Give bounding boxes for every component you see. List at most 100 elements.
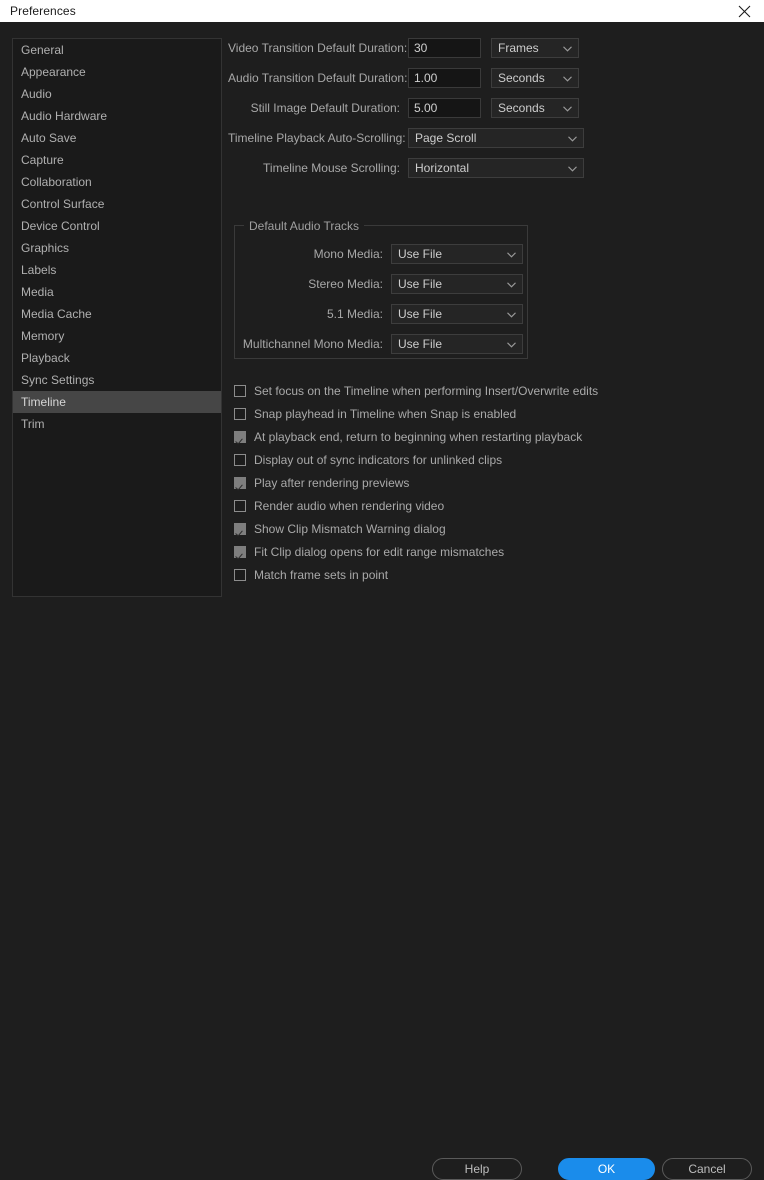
- category-list[interactable]: General Appearance Audio Audio Hardware Auto…: [12, 38, 222, 597]
- select-value: Use File: [398, 337, 443, 351]
- timeline-settings-panel: Video Transition Default Duration: Frames…: [228, 38, 752, 188]
- select-value: Use File: [398, 277, 443, 291]
- duration-row: Video Transition Default Duration: Frames: [228, 38, 752, 58]
- checkbox-checked-icon[interactable]: [234, 430, 246, 443]
- sidebar-item-general[interactable]: General: [13, 39, 221, 61]
- checkbox-row[interactable]: Snap playhead in Timeline when Snap is e…: [234, 402, 734, 425]
- checkbox-row[interactable]: At playback end, return to beginning whe…: [234, 425, 734, 448]
- sidebar-item-labels[interactable]: Labels: [13, 259, 221, 281]
- field-label: Timeline Mouse Scrolling:: [263, 161, 400, 175]
- sidebar-item-graphics[interactable]: Graphics: [13, 237, 221, 259]
- select-value: Use File: [398, 247, 443, 261]
- ok-button[interactable]: OK: [558, 1158, 655, 1180]
- preferences-dialog-body: General Appearance Audio Audio Hardware Auto…: [0, 22, 764, 1180]
- scroll-row: Timeline Mouse Scrolling: Horizontal: [228, 158, 752, 178]
- chevron-down-icon: [568, 161, 577, 175]
- close-icon[interactable]: [724, 0, 764, 22]
- window-title: Preferences: [10, 4, 76, 18]
- sidebar-item-trim[interactable]: Trim: [13, 413, 221, 435]
- field-label: Still Image Default Duration:: [250, 101, 400, 115]
- audio-track-select[interactable]: Use File: [391, 334, 523, 354]
- checkbox-checked-icon[interactable]: [234, 476, 246, 489]
- checkbox-checked-icon[interactable]: [234, 545, 246, 558]
- checkbox-unchecked-icon[interactable]: [234, 407, 246, 420]
- checkbox-row[interactable]: Fit Clip dialog opens for edit range mis…: [234, 540, 734, 563]
- checkbox-row[interactable]: Play after rendering previews: [234, 471, 734, 494]
- field-label: Timeline Playback Auto-Scrolling:: [228, 131, 406, 145]
- duration-input[interactable]: [408, 98, 481, 118]
- sidebar-item-audio[interactable]: Audio: [13, 83, 221, 105]
- checkbox-unchecked-icon[interactable]: [234, 453, 246, 466]
- select-value: Horizontal: [415, 161, 470, 175]
- duration-unit-select[interactable]: Seconds: [491, 68, 579, 88]
- sidebar-item-audio-hardware[interactable]: Audio Hardware: [13, 105, 221, 127]
- sidebar-item-timeline[interactable]: Timeline: [13, 391, 221, 413]
- checkbox-unchecked-icon[interactable]: [234, 384, 246, 397]
- chevron-down-icon: [568, 131, 577, 145]
- sidebar-item-playback[interactable]: Playback: [13, 347, 221, 369]
- audio-track-row: Mono Media: Use File: [235, 244, 527, 264]
- checkbox-row[interactable]: Set focus on the Timeline when performin…: [234, 379, 734, 402]
- sidebar-item-sync-settings[interactable]: Sync Settings: [13, 369, 221, 391]
- select-value: Frames: [498, 41, 539, 55]
- select-value: Seconds: [498, 71, 545, 85]
- checkbox-checked-icon[interactable]: [234, 522, 246, 535]
- audio-track-select[interactable]: Use File: [391, 274, 523, 294]
- checkbox-label: Play after rendering previews: [254, 475, 410, 490]
- audio-track-row: 5.1 Media: Use File: [235, 304, 527, 324]
- field-label: Audio Transition Default Duration:: [228, 71, 408, 85]
- checkbox-label: Render audio when rendering video: [254, 498, 445, 513]
- sidebar-item-memory[interactable]: Memory: [13, 325, 221, 347]
- sidebar-item-control-surface[interactable]: Control Surface: [13, 193, 221, 215]
- checkbox-label: At playback end, return to beginning whe…: [254, 429, 583, 444]
- checkbox-label: Display out of sync indicators for unlin…: [254, 452, 503, 467]
- checkbox-label: Show Clip Mismatch Warning dialog: [254, 521, 446, 536]
- group-legend: Default Audio Tracks: [244, 219, 365, 233]
- sidebar-item-auto-save[interactable]: Auto Save: [13, 127, 221, 149]
- chevron-down-icon: [563, 71, 572, 85]
- chevron-down-icon: [507, 277, 516, 291]
- timeline-options-checklist: Set focus on the Timeline when performin…: [234, 379, 734, 586]
- duration-unit-select[interactable]: Seconds: [491, 98, 579, 118]
- checkbox-row[interactable]: Display out of sync indicators for unlin…: [234, 448, 734, 471]
- duration-input[interactable]: [408, 38, 481, 58]
- checkbox-unchecked-icon[interactable]: [234, 568, 246, 581]
- audio-track-row: Stereo Media: Use File: [235, 274, 527, 294]
- checkbox-row[interactable]: Match frame sets in point: [234, 563, 734, 586]
- audio-track-select[interactable]: Use File: [391, 304, 523, 324]
- scroll-mode-select[interactable]: Horizontal: [408, 158, 584, 178]
- help-button[interactable]: Help: [432, 1158, 522, 1180]
- checkbox-unchecked-icon[interactable]: [234, 499, 246, 512]
- chevron-down-icon: [507, 307, 516, 321]
- select-value: Page Scroll: [415, 131, 477, 145]
- sidebar-item-media-cache[interactable]: Media Cache: [13, 303, 221, 325]
- audio-track-select[interactable]: Use File: [391, 244, 523, 264]
- select-value: Use File: [398, 307, 443, 321]
- chevron-down-icon: [563, 41, 572, 55]
- duration-unit-select[interactable]: Frames: [491, 38, 579, 58]
- sidebar-item-media[interactable]: Media: [13, 281, 221, 303]
- checkbox-label: Set focus on the Timeline when performin…: [254, 383, 599, 398]
- field-label: Mono Media:: [313, 247, 383, 261]
- checkbox-row[interactable]: Render audio when rendering video: [234, 494, 734, 517]
- scroll-mode-select[interactable]: Page Scroll: [408, 128, 584, 148]
- scroll-row: Timeline Playback Auto-Scrolling: Page Sc…: [228, 128, 752, 148]
- duration-row: Audio Transition Default Duration: Second…: [228, 68, 752, 88]
- sidebar-item-collaboration[interactable]: Collaboration: [13, 171, 221, 193]
- checkbox-label: Snap playhead in Timeline when Snap is e…: [254, 406, 517, 421]
- chevron-down-icon: [563, 101, 572, 115]
- chevron-down-icon: [507, 247, 516, 261]
- cancel-button[interactable]: Cancel: [662, 1158, 752, 1180]
- audio-track-row: Multichannel Mono Media: Use File: [235, 334, 527, 354]
- sidebar-item-device-control[interactable]: Device Control: [13, 215, 221, 237]
- sidebar-item-appearance[interactable]: Appearance: [13, 61, 221, 83]
- checkbox-row[interactable]: Show Clip Mismatch Warning dialog: [234, 517, 734, 540]
- field-label: Stereo Media:: [308, 277, 383, 291]
- field-label: Video Transition Default Duration:: [228, 41, 408, 55]
- sidebar-item-capture[interactable]: Capture: [13, 149, 221, 171]
- checkbox-label: Match frame sets in point: [254, 567, 389, 582]
- checkbox-label: Fit Clip dialog opens for edit range mis…: [254, 544, 505, 559]
- audio-group-rows: Mono Media: Use File Stereo Media: Use File…: [235, 226, 527, 354]
- duration-input[interactable]: [408, 68, 481, 88]
- chevron-down-icon: [507, 337, 516, 351]
